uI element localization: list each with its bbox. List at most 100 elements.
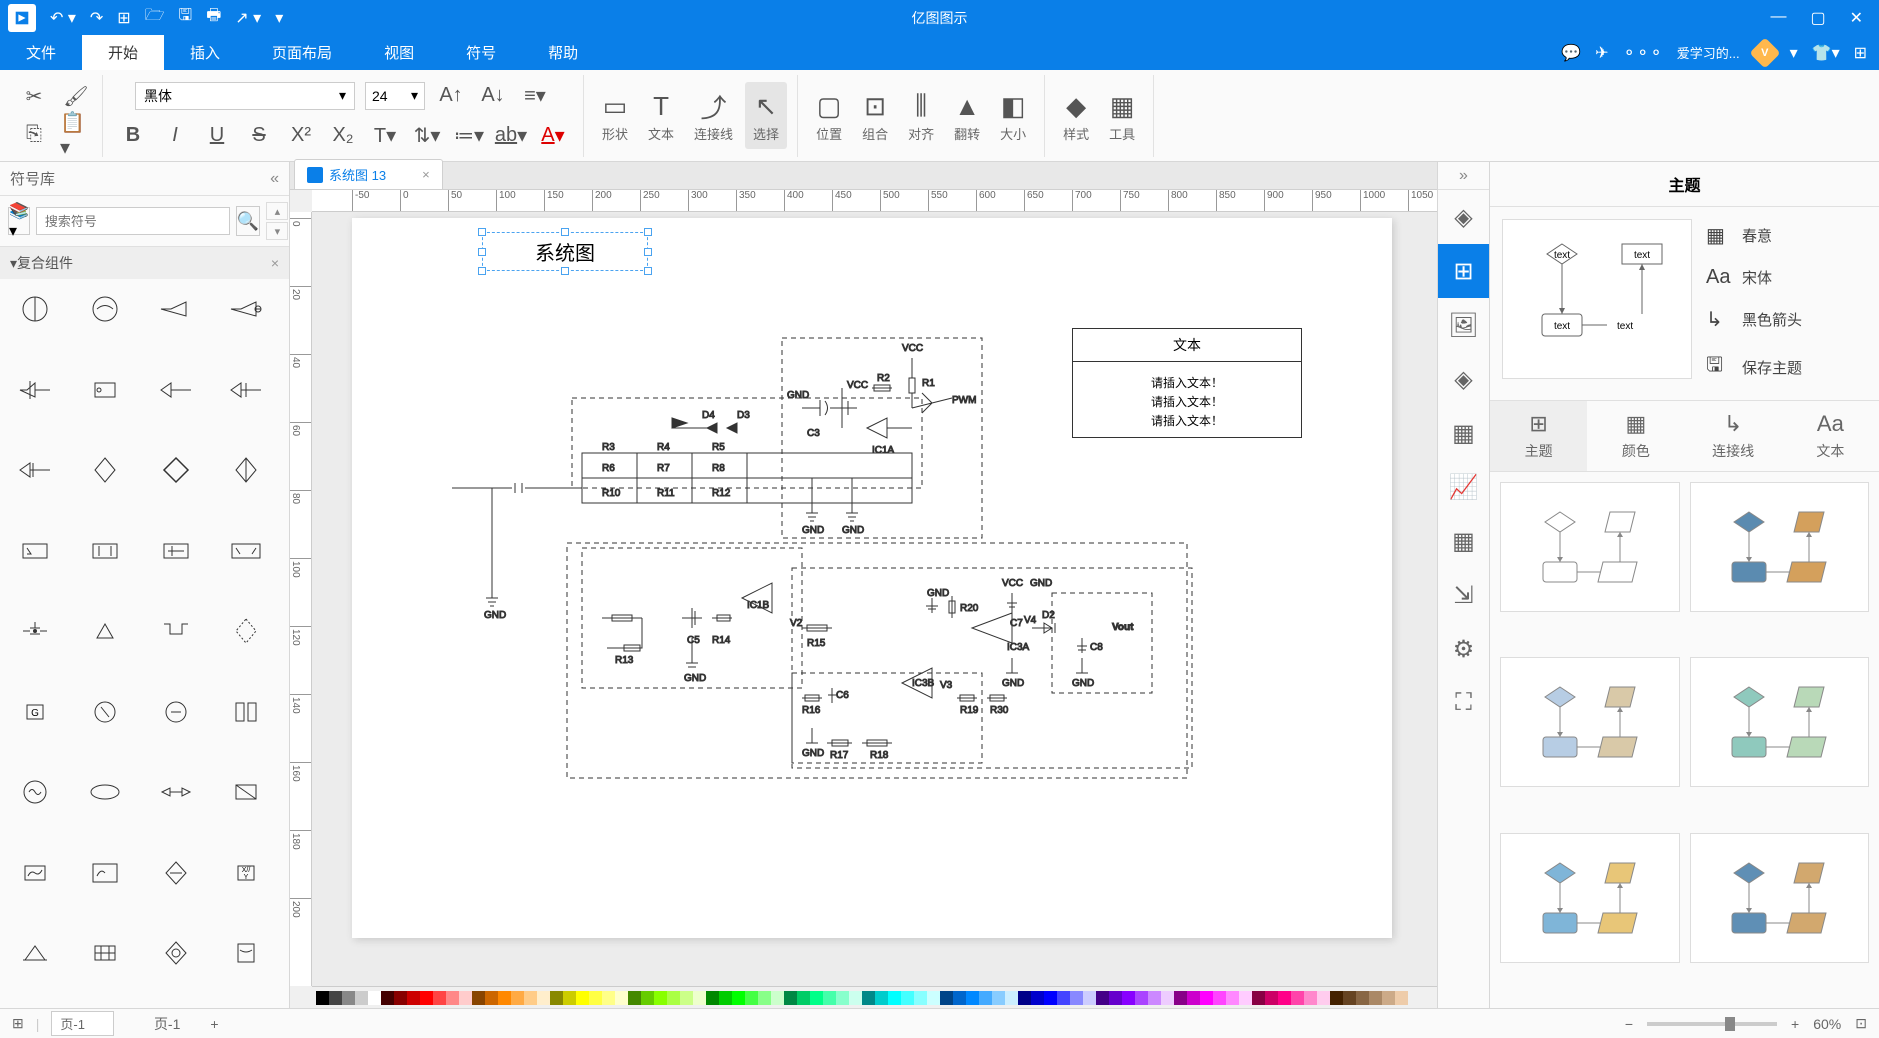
symbol-item[interactable] bbox=[78, 609, 132, 653]
color-swatch[interactable] bbox=[862, 991, 875, 1005]
undo-icon[interactable]: ↶ ▾ bbox=[50, 8, 76, 28]
color-swatch[interactable] bbox=[602, 991, 615, 1005]
circuit-diagram[interactable]: D4 D3 R3R4R5 R6R7R8 R10R11R12 bbox=[412, 288, 1372, 928]
color-swatch[interactable] bbox=[1343, 991, 1356, 1005]
format-painter-icon[interactable]: 🖌 bbox=[60, 81, 92, 113]
resize-handle[interactable] bbox=[478, 267, 486, 275]
color-swatch[interactable] bbox=[576, 991, 589, 1005]
share-icon[interactable]: ⚬⚬⚬ bbox=[1623, 43, 1663, 63]
maximize-icon[interactable]: ▢ bbox=[1810, 8, 1825, 28]
paste-icon[interactable]: 📋▾ bbox=[60, 119, 92, 151]
zoom-in-icon[interactable]: + bbox=[1791, 1016, 1799, 1032]
color-swatch[interactable] bbox=[1317, 991, 1330, 1005]
symbol-item[interactable] bbox=[78, 931, 132, 975]
section-close-icon[interactable]: × bbox=[271, 255, 279, 271]
color-swatch[interactable] bbox=[511, 991, 524, 1005]
color-swatch[interactable] bbox=[953, 991, 966, 1005]
color-swatch[interactable] bbox=[472, 991, 485, 1005]
add-page-icon[interactable]: + bbox=[210, 1016, 218, 1032]
menu-tab-start[interactable]: 开始 bbox=[82, 35, 164, 70]
page[interactable]: 系统图 文本 请插入文本！ 请插入文本！ 请插入文本！ bbox=[352, 218, 1392, 938]
theme-option-arrow[interactable]: ↳黑色箭头 bbox=[1706, 307, 1863, 332]
font-color-icon[interactable]: A▾ bbox=[537, 120, 569, 152]
symbol-item[interactable] bbox=[78, 770, 132, 814]
color-swatch[interactable] bbox=[1213, 991, 1226, 1005]
color-swatch[interactable] bbox=[563, 991, 576, 1005]
page-select[interactable]: 页-1 bbox=[51, 1011, 114, 1036]
color-swatch[interactable] bbox=[446, 991, 459, 1005]
canvas[interactable]: 系统图 文本 请插入文本！ 请插入文本！ 请插入文本！ bbox=[312, 212, 1437, 986]
color-swatch[interactable] bbox=[745, 991, 758, 1005]
symbol-item[interactable] bbox=[8, 529, 62, 573]
color-swatch[interactable] bbox=[771, 991, 784, 1005]
color-swatch[interactable] bbox=[654, 991, 667, 1005]
copy-icon[interactable]: ⎘ bbox=[18, 119, 50, 151]
color-swatch[interactable] bbox=[1161, 991, 1174, 1005]
theme-thumbnail[interactable] bbox=[1690, 657, 1870, 787]
color-swatch[interactable] bbox=[940, 991, 953, 1005]
symbol-item[interactable] bbox=[149, 368, 203, 412]
color-swatch[interactable] bbox=[719, 991, 732, 1005]
symbol-item[interactable] bbox=[8, 931, 62, 975]
tools-button[interactable]: ▦工具 bbox=[1101, 82, 1143, 149]
grid-icon[interactable]: ⊞ bbox=[1854, 43, 1867, 63]
symbol-item[interactable] bbox=[8, 609, 62, 653]
page-icon[interactable]: ▦ bbox=[1438, 406, 1489, 460]
color-swatch[interactable] bbox=[992, 991, 1005, 1005]
size-select[interactable]: 24▾ bbox=[365, 82, 425, 110]
tshirt-icon[interactable]: 👕▾ bbox=[1812, 43, 1840, 63]
color-swatch[interactable] bbox=[758, 991, 771, 1005]
color-swatch[interactable] bbox=[524, 991, 537, 1005]
style-button[interactable]: ◆样式 bbox=[1055, 82, 1097, 149]
line-spacing-icon[interactable]: ⇅▾ bbox=[411, 120, 443, 152]
symbol-item[interactable] bbox=[219, 448, 273, 492]
color-swatch[interactable] bbox=[1135, 991, 1148, 1005]
resize-handle[interactable] bbox=[478, 228, 486, 236]
color-swatch[interactable] bbox=[1187, 991, 1200, 1005]
symbol-item[interactable] bbox=[78, 690, 132, 734]
settings-icon[interactable]: ⚙ bbox=[1438, 622, 1489, 676]
symbol-item[interactable] bbox=[78, 448, 132, 492]
print-icon[interactable]: 🖶 bbox=[206, 4, 221, 31]
color-swatch[interactable] bbox=[1395, 991, 1408, 1005]
group-button[interactable]: ⊡组合 bbox=[854, 82, 896, 149]
symbol-item[interactable] bbox=[219, 690, 273, 734]
color-swatch[interactable] bbox=[1122, 991, 1135, 1005]
color-swatch[interactable] bbox=[888, 991, 901, 1005]
color-swatch[interactable] bbox=[1252, 991, 1265, 1005]
color-swatch[interactable] bbox=[1174, 991, 1187, 1005]
color-swatch[interactable] bbox=[680, 991, 693, 1005]
fill-icon[interactable]: ◈ bbox=[1438, 190, 1489, 244]
symbol-item[interactable] bbox=[219, 529, 273, 573]
color-swatch[interactable] bbox=[849, 991, 862, 1005]
symbol-item[interactable]: G bbox=[8, 690, 62, 734]
symbol-item[interactable] bbox=[149, 690, 203, 734]
color-swatch[interactable] bbox=[693, 991, 706, 1005]
color-swatch[interactable] bbox=[1369, 991, 1382, 1005]
text-settings-icon[interactable]: T▾ bbox=[369, 120, 401, 152]
collapse-right-icon[interactable]: » bbox=[1438, 162, 1489, 190]
zoom-out-icon[interactable]: − bbox=[1625, 1016, 1633, 1032]
symbol-item[interactable] bbox=[219, 609, 273, 653]
resize-handle[interactable] bbox=[561, 228, 569, 236]
symbol-item[interactable] bbox=[8, 287, 62, 331]
color-swatch[interactable] bbox=[537, 991, 550, 1005]
theme-icon[interactable]: ⊞ bbox=[1438, 244, 1489, 298]
library-dropdown[interactable]: 📚▾ bbox=[8, 207, 30, 235]
size-button[interactable]: ◧大小 bbox=[992, 82, 1034, 149]
position-button[interactable]: ▢位置 bbox=[808, 82, 850, 149]
symbol-item[interactable] bbox=[78, 851, 132, 895]
menu-tab-layout[interactable]: 页面布局 bbox=[246, 35, 358, 70]
color-swatch[interactable] bbox=[1265, 991, 1278, 1005]
theme-thumbnail[interactable] bbox=[1690, 482, 1870, 612]
color-swatch[interactable] bbox=[1044, 991, 1057, 1005]
color-swatch[interactable] bbox=[810, 991, 823, 1005]
minimize-icon[interactable]: — bbox=[1770, 8, 1786, 28]
color-swatch[interactable] bbox=[732, 991, 745, 1005]
theme-thumbnail[interactable] bbox=[1500, 657, 1680, 787]
symbol-item[interactable] bbox=[78, 287, 132, 331]
font-select[interactable]: 黑体▾ bbox=[135, 82, 355, 110]
symbol-item[interactable] bbox=[149, 609, 203, 653]
color-swatch[interactable] bbox=[1200, 991, 1213, 1005]
grid-view-icon[interactable]: ⊞ bbox=[12, 1015, 24, 1032]
